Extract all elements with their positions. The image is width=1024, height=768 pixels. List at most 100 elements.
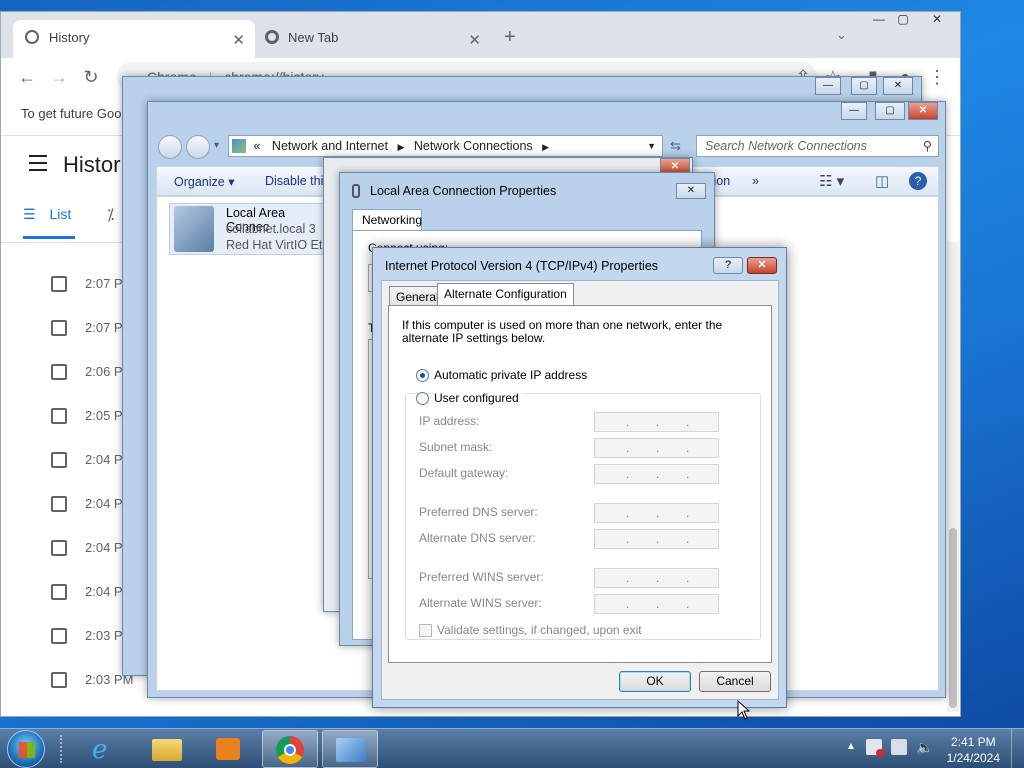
taskbar-chrome[interactable] xyxy=(262,730,318,768)
ip-address-field[interactable]: ... xyxy=(594,464,719,484)
maximize-button[interactable]: ▢ xyxy=(851,77,877,95)
history-row-checkbox[interactable] xyxy=(51,276,67,292)
tab-search-icon[interactable]: ⌄ xyxy=(836,27,847,43)
close-button[interactable]: ✕ xyxy=(908,102,938,120)
ip-address-field[interactable]: ... xyxy=(594,412,719,432)
taskbar: e ▲ 🔈 2:41 PM 1/24/2024 xyxy=(0,728,1024,768)
close-button[interactable]: ✕ xyxy=(676,183,706,199)
grouped-icon[interactable]: ⁒ xyxy=(107,205,114,225)
tab-title: History xyxy=(49,30,90,45)
network-status-icon[interactable] xyxy=(891,739,907,755)
alternate-config-panel: If this computer is used on more than on… xyxy=(388,305,772,663)
chrome-icon xyxy=(265,30,279,44)
ip-field-label: Alternate DNS server: xyxy=(419,531,536,545)
organize-button[interactable]: Organize ▾ xyxy=(174,174,234,189)
search-input[interactable]: Search Network Connections ⚲ xyxy=(696,135,939,157)
network-adapter-icon xyxy=(174,206,214,252)
action-center-icon[interactable] xyxy=(866,739,884,757)
maximize-button[interactable]: ▢ xyxy=(875,102,905,120)
minimize-button[interactable]: — xyxy=(841,102,867,120)
taskbar-media-player[interactable] xyxy=(200,730,256,768)
connection-network: collabnet.local 3 xyxy=(226,222,316,236)
maximize-button[interactable]: ▢ xyxy=(891,12,915,26)
cancel-button[interactable]: Cancel xyxy=(699,671,771,692)
show-desktop-button[interactable] xyxy=(1011,729,1024,768)
show-hidden-icons[interactable]: ▲ xyxy=(846,741,856,752)
tab-history[interactable]: History ✕ xyxy=(13,20,255,58)
radio-user-configured[interactable] xyxy=(416,392,429,405)
address-dropdown-icon[interactable]: ▼ xyxy=(647,136,656,156)
menu-icon[interactable]: ⋮ xyxy=(925,65,949,89)
close-button[interactable]: ✕ xyxy=(883,77,913,95)
tab-new-tab[interactable]: New Tab ✕ xyxy=(255,20,491,58)
minimize-button[interactable]: — xyxy=(867,12,891,26)
control-panel-icon xyxy=(336,738,366,762)
ip-address-field[interactable]: ... xyxy=(594,594,719,614)
taskbar-control-panel[interactable] xyxy=(322,730,378,768)
address-bar[interactable]: « Network and Internet ▶ Network Connect… xyxy=(228,135,663,157)
ip-address-field[interactable]: ... xyxy=(594,503,719,523)
help-icon[interactable]: ? xyxy=(909,172,927,190)
history-row-checkbox[interactable] xyxy=(51,320,67,336)
history-row-checkbox[interactable] xyxy=(51,628,67,644)
toolbar-more-button[interactable]: » xyxy=(752,174,759,188)
forward-icon[interactable]: → xyxy=(47,65,71,89)
tab-alternate-configuration[interactable]: Alternate Configuration xyxy=(437,283,574,307)
ip-address-field[interactable]: ... xyxy=(594,438,719,458)
disable-device-button[interactable]: Disable this xyxy=(265,174,330,188)
history-row-checkbox[interactable] xyxy=(51,408,67,424)
network-icon xyxy=(352,184,360,198)
automatic-private-ip-label: Automatic private IP address xyxy=(434,368,588,382)
tab-list[interactable]: ☰ List xyxy=(23,206,71,223)
refresh-icon[interactable]: ⇆ xyxy=(670,138,681,154)
breadcrumb-network-connections[interactable]: Network Connections xyxy=(414,139,533,153)
recent-pages-icon[interactable]: ▾ xyxy=(214,140,219,151)
dialog-title: Internet Protocol Version 4 (TCP/IPv4) P… xyxy=(385,259,659,273)
help-button[interactable]: ? xyxy=(713,257,743,274)
volume-muted-icon[interactable]: 🔈 xyxy=(916,739,933,756)
close-window-button[interactable]: ✕ xyxy=(925,12,949,26)
back-icon[interactable] xyxy=(158,135,182,159)
taskbar-file-explorer[interactable] xyxy=(139,730,195,768)
search-icon[interactable]: ⚲ xyxy=(923,136,932,156)
radio-automatic-private-ip[interactable] xyxy=(416,369,429,382)
media-player-icon xyxy=(216,738,240,760)
breadcrumb-network-internet[interactable]: Network and Internet xyxy=(272,139,388,153)
history-row-checkbox[interactable] xyxy=(51,452,67,468)
ok-button[interactable]: OK xyxy=(619,671,691,692)
clock-time: 2:41 PM xyxy=(950,735,996,749)
window-title: Local Area Connection Properties xyxy=(370,184,557,198)
mouse-cursor-icon xyxy=(737,700,751,720)
ip-field-label: Subnet mask: xyxy=(419,440,493,454)
history-row-checkbox[interactable] xyxy=(51,364,67,380)
tab-list-label: List xyxy=(49,206,72,222)
page-title: Histor xyxy=(63,152,121,177)
new-tab-button[interactable]: + xyxy=(504,26,516,49)
forward-icon[interactable] xyxy=(186,135,210,159)
connection-item[interactable]: Local Area Connec collabnet.local 3 Red … xyxy=(169,203,336,255)
scrollbar[interactable] xyxy=(947,242,959,712)
history-icon xyxy=(25,30,39,44)
close-button[interactable]: ✕ xyxy=(747,257,777,274)
ip-address-field[interactable]: ... xyxy=(594,568,719,588)
internet-explorer-icon: e xyxy=(92,735,108,765)
start-button[interactable] xyxy=(7,730,45,768)
tab-networking[interactable]: Networking xyxy=(352,209,422,231)
back-icon[interactable]: ← xyxy=(15,65,39,89)
reload-icon[interactable]: ↻ xyxy=(79,65,103,89)
minimize-button[interactable]: — xyxy=(815,77,841,95)
history-row-checkbox[interactable] xyxy=(51,584,67,600)
scrollbar-thumb[interactable] xyxy=(949,528,957,708)
close-tab-icon[interactable]: ✕ xyxy=(468,31,481,49)
history-row-checkbox[interactable] xyxy=(51,672,67,688)
validate-settings-checkbox[interactable] xyxy=(419,624,432,637)
ip-address-field[interactable]: ... xyxy=(594,529,719,549)
preview-pane-icon[interactable]: ◫ xyxy=(875,172,889,190)
history-row-checkbox[interactable] xyxy=(51,540,67,556)
hamburger-menu-icon[interactable] xyxy=(29,155,47,171)
clock[interactable]: 2:41 PM 1/24/2024 xyxy=(947,734,1000,766)
view-options-icon[interactable]: ☷ ▾ xyxy=(819,172,844,190)
taskbar-internet-explorer[interactable]: e xyxy=(78,730,134,768)
history-row-checkbox[interactable] xyxy=(51,496,67,512)
close-tab-icon[interactable]: ✕ xyxy=(232,31,245,49)
